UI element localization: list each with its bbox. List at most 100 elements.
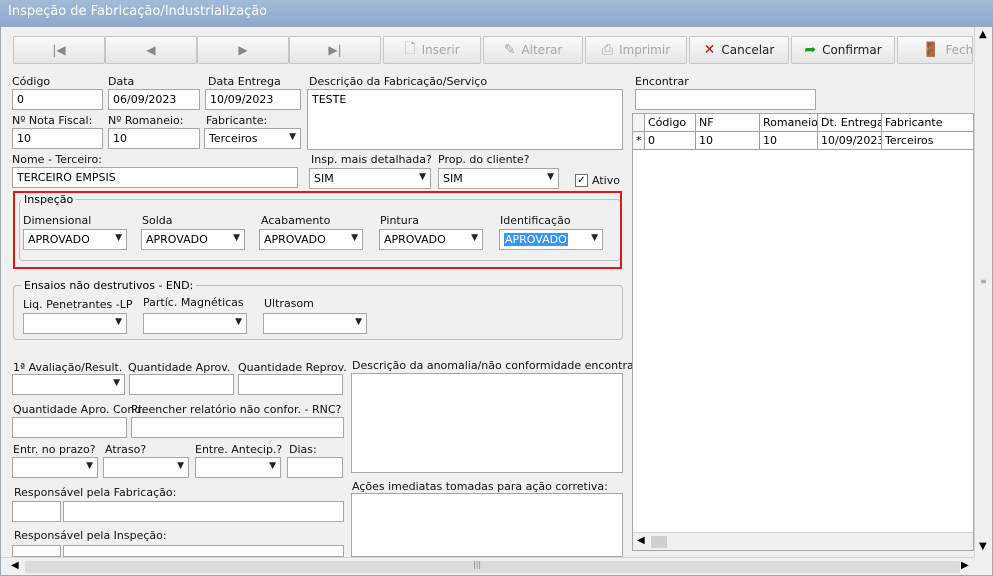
print-icon: ⎙ <box>601 42 614 58</box>
first-record-button[interactable]: |◀ <box>13 36 105 64</box>
resp-inspecao-code[interactable] <box>12 545 61 557</box>
romaneio-field[interactable]: 10 <box>108 128 200 149</box>
nome-terceiro-field[interactable]: TERCEIRO EMPSIS <box>12 167 298 188</box>
cancelar-label: Cancelar <box>721 43 775 57</box>
liq-penetrantes-select[interactable]: ▼ <box>23 313 127 334</box>
window-vertical-scrollbar[interactable]: ▲ ≡ ▼ <box>974 27 992 557</box>
atraso-select[interactable]: ▼ <box>103 457 189 478</box>
qtd-reprov-field[interactable] <box>238 374 343 395</box>
cancelar-button[interactable]: ✕ Cancelar <box>689 36 789 64</box>
scroll-up-icon[interactable]: ▲ <box>979 29 987 40</box>
descricao-anomalia-label: Descrição da anomalia/não conformidade e… <box>352 359 652 372</box>
data-label: Data <box>108 75 135 88</box>
edit-icon: ✎ <box>503 42 516 58</box>
insp-detalhada-select[interactable]: SIM ▼ <box>309 168 431 189</box>
partic-magneticas-label: Partíc. Magnéticas <box>143 296 244 309</box>
prop-cliente-select[interactable]: SIM ▼ <box>438 168 559 189</box>
confirmar-button[interactable]: ➦ Confirmar <box>791 36 895 64</box>
scroll-left-icon[interactable]: ◀ <box>637 535 645 546</box>
qtd-apro-cond-field[interactable] <box>12 417 127 438</box>
insp-detalhada-label: Insp. mais detalhada? <box>311 153 432 166</box>
column-header-fabricante[interactable]: Fabricante <box>882 114 975 132</box>
chevron-down-icon: ▼ <box>419 172 426 182</box>
acoes-field[interactable] <box>351 493 623 557</box>
scroll-right-icon[interactable]: ▶ <box>961 560 969 571</box>
entr-antecip-label: Entre. Antecip.? <box>195 443 283 456</box>
nota-fiscal-label: Nº Nota Fiscal: <box>12 114 93 127</box>
nome-terceiro-label: Nome - Terceiro: <box>12 153 102 166</box>
imprimir-button[interactable]: ⎙ Imprimir <box>585 36 687 64</box>
descricao-label: Descrição da Fabricação/Serviço <box>309 75 488 88</box>
main-window: |◀ ◀ ▶ ▶| 🗋 Inserir ✎ Alterar ⎙ Imprimir ✕ C… <box>0 26 993 576</box>
highlight-box <box>13 191 622 269</box>
table-cell[interactable]: 10 <box>696 132 760 150</box>
next-record-button[interactable]: ▶ <box>197 36 289 64</box>
table-cell[interactable]: Terceiros <box>882 132 975 150</box>
row-indicator: * <box>633 132 645 150</box>
column-header-codigo[interactable]: Código <box>645 114 696 132</box>
ativo-checkbox[interactable]: ✓ <box>575 174 588 187</box>
data-entrega-field[interactable]: 10/09/2023 <box>205 89 301 110</box>
chevron-down-icon: ▼ <box>269 461 276 471</box>
scroll-down-icon[interactable]: ▼ <box>979 541 987 552</box>
inserir-button[interactable]: 🗋 Inserir <box>383 36 481 64</box>
last-icon: ▶| <box>328 43 342 57</box>
nota-fiscal-field[interactable]: 10 <box>12 128 103 149</box>
resp-fabricacao-code[interactable] <box>12 501 61 522</box>
chevron-down-icon: ▼ <box>547 172 554 182</box>
scroll-left-icon[interactable]: ◀ <box>11 560 19 571</box>
table-cell[interactable]: 10 <box>760 132 818 150</box>
descricao-anomalia-field[interactable] <box>351 373 623 473</box>
first-icon: |◀ <box>52 43 66 57</box>
partic-magneticas-select[interactable]: ▼ <box>143 313 247 334</box>
romaneio-label: Nº Romaneio: <box>108 114 184 127</box>
dias-label: Dias: <box>289 443 317 456</box>
ensaios-title: Ensaios não destrutivos - END: <box>21 279 197 292</box>
cancel-icon: ✕ <box>703 42 716 58</box>
prev-record-button[interactable]: ◀ <box>105 36 197 64</box>
entr-prazo-label: Entr. no prazo? <box>13 443 96 456</box>
table-cell[interactable]: 0 <box>645 132 696 150</box>
qtd-aprov-field[interactable] <box>129 374 234 395</box>
window-title: Inspeção de Fabricação/Industrialização <box>0 0 993 26</box>
alterar-button[interactable]: ✎ Alterar <box>483 36 583 64</box>
qtd-reprov-label: Quantidade Reprov. <box>238 361 347 374</box>
scroll-thumb[interactable] <box>25 561 960 573</box>
window-horizontal-scrollbar[interactable]: ◀ ||| ▶ <box>1 557 974 575</box>
scroll-grip-icon: ≡ <box>980 277 987 286</box>
encontrar-input[interactable] <box>635 89 816 110</box>
codigo-field[interactable]: 0 <box>12 89 103 110</box>
codigo-label: Código <box>12 75 51 88</box>
ultrasom-label: Ultrasom <box>264 297 314 310</box>
fabricante-value: Terceiros <box>209 132 258 145</box>
resp-fabricacao-name[interactable] <box>63 501 344 522</box>
fechar-button[interactable]: 🚪 Fechar <box>897 36 973 64</box>
column-header-romaneio[interactable]: Romaneio <box>760 114 818 132</box>
entr-antecip-select[interactable]: ▼ <box>195 457 281 478</box>
ultrasom-select[interactable]: ▼ <box>263 313 367 334</box>
chevron-down-icon: ▼ <box>115 317 122 327</box>
grid-horizontal-scrollbar[interactable]: ◀ <box>633 532 973 550</box>
prev-icon: ◀ <box>146 43 156 57</box>
fabricante-select[interactable]: Terceiros ▼ <box>204 128 301 149</box>
descricao-field[interactable]: TESTE <box>307 89 623 150</box>
entr-prazo-select[interactable]: ▼ <box>12 457 98 478</box>
data-field[interactable]: 06/09/2023 <box>108 89 200 110</box>
rnc-field[interactable] <box>131 417 344 438</box>
column-header-nf[interactable]: NF <box>696 114 760 132</box>
last-record-button[interactable]: ▶| <box>289 36 381 64</box>
dias-field[interactable] <box>287 457 343 478</box>
primeira-avaliacao-label: 1ª Avaliação/Result. <box>13 361 123 374</box>
chevron-down-icon: ▼ <box>86 461 93 471</box>
imprimir-label: Imprimir <box>619 43 671 57</box>
atraso-label: Atraso? <box>105 443 147 456</box>
ativo-label: Ativo <box>592 174 620 187</box>
resp-inspecao-name[interactable] <box>63 545 344 557</box>
scroll-thumb[interactable] <box>651 536 667 548</box>
primeira-avaliacao-select[interactable]: ▼ <box>12 374 125 395</box>
fechar-label: Fechar <box>945 43 973 57</box>
column-header-dt-entrega[interactable]: Dt. Entrega <box>818 114 882 132</box>
table-cell[interactable]: 10/09/2023 <box>818 132 882 150</box>
prop-cliente-label: Prop. do cliente? <box>438 153 530 166</box>
chevron-down-icon: ▼ <box>113 378 120 388</box>
